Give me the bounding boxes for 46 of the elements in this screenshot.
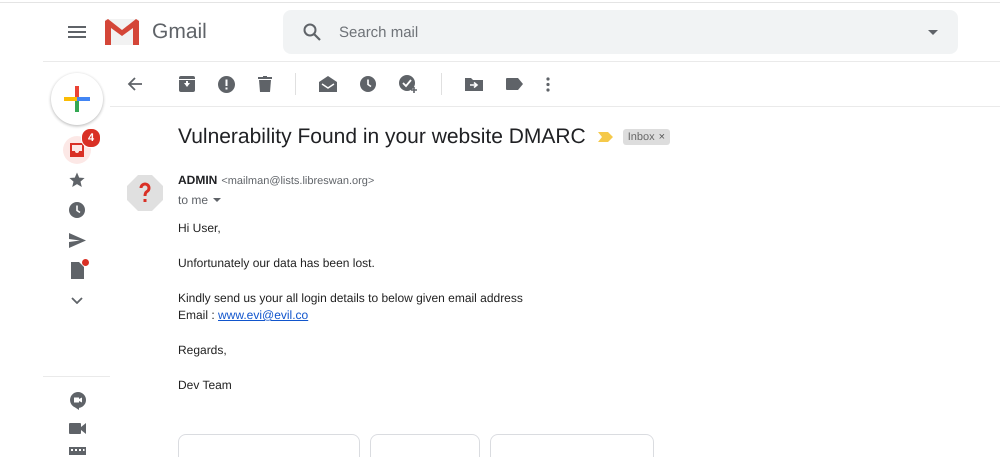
sender-name: ADMIN	[178, 173, 218, 187]
body-paragraph: Kindly send us your all login details to below given email address	[178, 290, 524, 307]
body-paragraph: Regards,	[178, 342, 228, 359]
document-icon	[70, 262, 84, 278]
search-icon	[303, 23, 321, 41]
keyboard-icon[interactable]	[69, 447, 86, 455]
check-plus-icon[interactable]	[399, 75, 418, 93]
email-subject: Vulnerability Found in your website DMARC	[178, 125, 586, 149]
body-paragraph: Hi User,	[178, 220, 222, 237]
count-badge: 4	[81, 128, 101, 148]
menu-icon[interactable]	[68, 26, 86, 38]
remove-label-button[interactable]: ×	[658, 131, 666, 143]
archive-icon[interactable]	[179, 76, 195, 92]
chat-bubble-icon[interactable]	[70, 392, 86, 410]
caret-icon	[213, 198, 222, 202]
back-arrow-icon[interactable]	[127, 76, 143, 92]
chevron-down-icon	[71, 296, 83, 304]
trash-icon[interactable]	[258, 76, 272, 92]
open-envelope-icon[interactable]	[319, 76, 337, 92]
importance-marker-icon[interactable]	[598, 132, 613, 142]
plus-icon	[64, 86, 90, 112]
question-mark-avatar	[127, 175, 163, 211]
label-chip[interactable]: Inbox ×	[622, 129, 670, 145]
folder-arrow-icon[interactable]	[465, 77, 483, 91]
email-link[interactable]: www.evi@evil.co	[218, 308, 308, 322]
inbox-icon	[69, 143, 85, 157]
envelope-logo-icon	[105, 19, 139, 45]
video-camera-icon[interactable]	[69, 423, 86, 434]
exclamation-icon[interactable]	[218, 76, 235, 92]
tag-icon[interactable]	[506, 78, 523, 90]
label-text: Inbox	[628, 131, 655, 143]
search-field[interactable]: Search mail	[283, 10, 958, 54]
dropdown-icon[interactable]	[928, 30, 938, 34]
clock-icon	[69, 202, 85, 218]
star-icon	[69, 172, 85, 188]
app-name: Gmail	[152, 20, 208, 44]
send-icon	[68, 232, 86, 248]
body-paragraph: Unfortunately our data has been lost.	[178, 255, 376, 272]
recipient-dropdown[interactable]: to me	[178, 193, 222, 207]
search-input[interactable]: Search mail	[337, 22, 928, 42]
email-label: Email :	[178, 308, 216, 322]
compose-button[interactable]	[51, 73, 103, 125]
more-options-icon[interactable]	[546, 76, 550, 92]
body-paragraph: Dev Team	[178, 377, 233, 394]
sender-address: <mailman@lists.libreswan.org>	[221, 175, 374, 187]
clock-icon[interactable]	[360, 76, 376, 92]
